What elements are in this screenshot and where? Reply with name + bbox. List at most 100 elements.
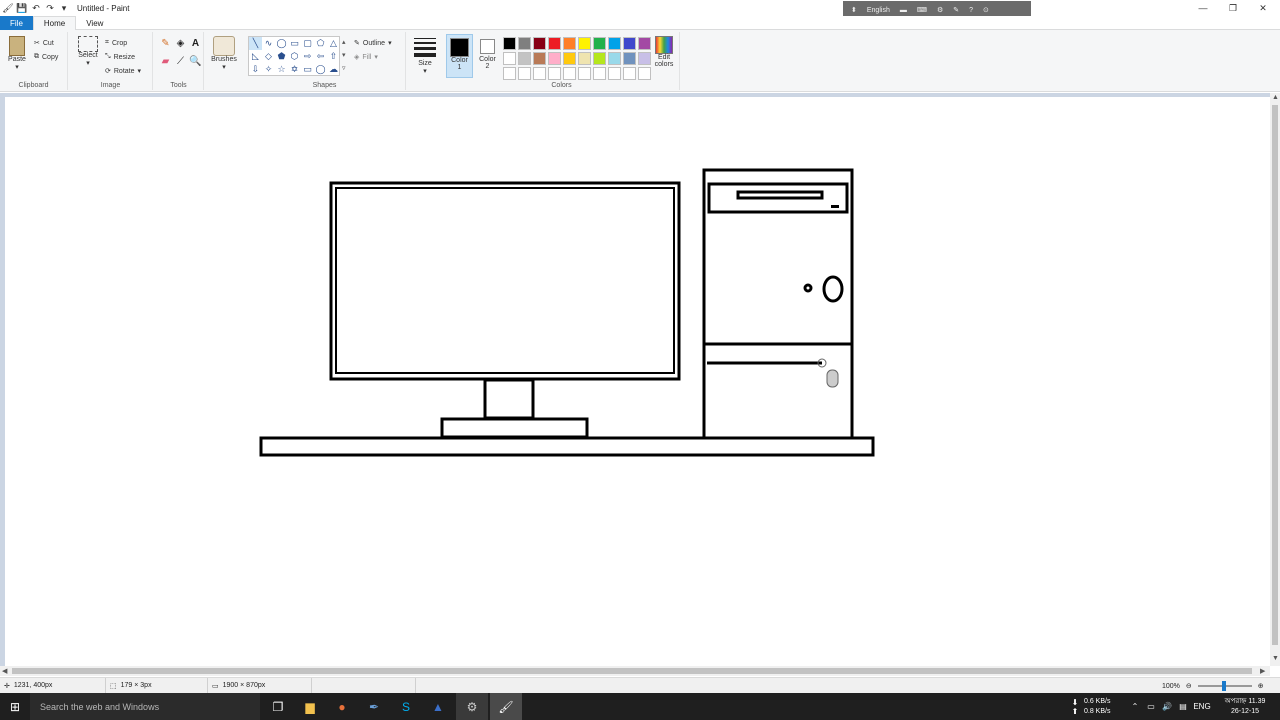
- color-picker-icon[interactable]: ⟋: [173, 56, 188, 74]
- color-swatch[interactable]: [608, 52, 621, 65]
- zoom-in-icon[interactable]: ⊕: [1258, 682, 1264, 690]
- redo-icon[interactable]: ↷: [45, 3, 55, 13]
- start-button[interactable]: ⊞: [0, 693, 30, 720]
- paste-dropdown-icon[interactable]: ▾: [6, 63, 28, 71]
- tab-file[interactable]: File: [0, 16, 33, 30]
- tray-notification-icon[interactable]: ▤: [1176, 693, 1190, 720]
- color-swatch[interactable]: [608, 67, 621, 80]
- vertical-scroll-thumb[interactable]: [1272, 105, 1278, 645]
- text-icon[interactable]: A: [188, 38, 203, 56]
- keyboard-icon[interactable]: ⌨: [917, 6, 927, 14]
- zoom-slider[interactable]: [1197, 681, 1252, 691]
- tray-chevron-icon[interactable]: ⌃: [1128, 693, 1142, 720]
- shapes-scroll-up-icon[interactable]: ▴: [342, 36, 346, 49]
- color-swatch[interactable]: [563, 67, 576, 80]
- scroll-right-icon[interactable]: ▶: [1260, 667, 1265, 675]
- color2-button[interactable]: Color 2: [475, 34, 500, 78]
- undo-icon[interactable]: ↶: [31, 3, 41, 13]
- size-button[interactable]: Size ▾: [407, 32, 443, 90]
- task-view-button[interactable]: ❐: [262, 693, 294, 720]
- tab-view[interactable]: View: [76, 16, 113, 30]
- right-arrow-shape-icon[interactable]: ⇨: [301, 50, 314, 63]
- color-swatch[interactable]: [593, 67, 606, 80]
- paste-button[interactable]: Paste ▾: [6, 36, 28, 71]
- cloud-shape-icon[interactable]: ☁: [327, 63, 340, 76]
- tab-home[interactable]: Home: [32, 16, 77, 30]
- left-arrow-shape-icon[interactable]: ⇦: [314, 50, 327, 63]
- minimize-language-bar-icon[interactable]: ▬: [900, 7, 907, 14]
- color-swatch[interactable]: [578, 52, 591, 65]
- language-bar-label[interactable]: English: [867, 7, 890, 14]
- taskbar-firefox[interactable]: ●: [326, 693, 358, 720]
- vertical-scrollbar[interactable]: ▲ ▼: [1270, 93, 1280, 666]
- pen-icon[interactable]: ✎: [953, 6, 959, 14]
- magnifier-icon[interactable]: 🔍: [188, 56, 203, 74]
- shapes-scroll-down-icon[interactable]: ▾: [342, 49, 346, 62]
- tray-language[interactable]: ENG: [1192, 693, 1212, 720]
- options-icon[interactable]: ⊙: [983, 6, 989, 14]
- eraser-icon[interactable]: ▰: [158, 56, 173, 74]
- color-swatch[interactable]: [533, 37, 546, 50]
- pencil-icon[interactable]: ✎: [158, 38, 173, 56]
- color-swatch[interactable]: [563, 52, 576, 65]
- horizontal-scrollbar[interactable]: ◀ ▶: [0, 666, 1270, 676]
- color-swatch[interactable]: [518, 52, 531, 65]
- oval-shape-icon[interactable]: ◯: [275, 37, 288, 50]
- color-swatch[interactable]: [623, 52, 636, 65]
- tray-volume-icon[interactable]: 🔊: [1160, 693, 1174, 720]
- taskbar-search[interactable]: Search the web and Windows: [30, 693, 260, 720]
- line-shape-icon[interactable]: ╲: [249, 37, 262, 50]
- edit-colors-button[interactable]: Edit colors: [650, 36, 678, 68]
- color-swatch[interactable]: [548, 67, 561, 80]
- select-dropdown-icon[interactable]: ▾: [75, 59, 101, 67]
- help-icon[interactable]: ?: [969, 7, 973, 14]
- callout-rect-shape-icon[interactable]: ▭: [301, 63, 314, 76]
- tray-network-icon[interactable]: ▭: [1144, 693, 1158, 720]
- shapes-gallery[interactable]: ╲ ∿ ◯ ▭ ▢ ⬠ △ ◺ ◇ ⬟ ⬡ ⇨ ⇦ ⇧ ⇩ ✧ ☆ ✡ ▭ ◯ …: [248, 36, 340, 76]
- rectangle-shape-icon[interactable]: ▭: [288, 37, 301, 50]
- down-arrow-shape-icon[interactable]: ⇩: [249, 63, 262, 76]
- resize-button[interactable]: ⤡ Resize: [105, 50, 141, 64]
- polygon-shape-icon[interactable]: ⬠: [314, 37, 327, 50]
- callout-oval-shape-icon[interactable]: ◯: [314, 63, 327, 76]
- zoom-out-icon[interactable]: ⊖: [1186, 682, 1192, 690]
- rotate-dropdown-icon[interactable]: ▾: [138, 67, 142, 75]
- color-swatch[interactable]: [623, 37, 636, 50]
- color1-button[interactable]: Color 1: [446, 34, 473, 78]
- brushes-dropdown-icon[interactable]: ▾: [205, 63, 243, 71]
- color-swatch[interactable]: [503, 52, 516, 65]
- right-triangle-shape-icon[interactable]: ◺: [249, 50, 262, 63]
- customize-quick-access-icon[interactable]: ▾: [59, 3, 69, 13]
- color-swatch[interactable]: [578, 67, 591, 80]
- five-point-star-shape-icon[interactable]: ☆: [275, 63, 288, 76]
- taskbar-file-explorer[interactable]: ▆: [294, 693, 326, 720]
- drawing-canvas[interactable]: [5, 97, 1270, 666]
- maximize-button[interactable]: ❐: [1218, 0, 1248, 16]
- cut-button[interactable]: ✂ Cut: [34, 36, 58, 50]
- horizontal-scroll-thumb[interactable]: [12, 668, 1252, 674]
- color-swatch[interactable]: [503, 67, 516, 80]
- minimize-button[interactable]: ―: [1188, 0, 1218, 16]
- size-dropdown-icon[interactable]: ▾: [407, 67, 443, 75]
- settings-icon[interactable]: ⚙: [937, 6, 943, 14]
- color-swatch[interactable]: [563, 37, 576, 50]
- fill-bucket-icon[interactable]: ◈: [173, 38, 188, 56]
- language-bar-icon[interactable]: ⬍: [851, 6, 857, 14]
- curve-shape-icon[interactable]: ∿: [262, 37, 275, 50]
- taskbar-app-blue[interactable]: ▲: [422, 693, 454, 720]
- taskbar-skype[interactable]: S: [390, 693, 422, 720]
- color-swatch[interactable]: [608, 37, 621, 50]
- color-swatch[interactable]: [638, 67, 651, 80]
- save-icon[interactable]: 💾: [16, 3, 27, 13]
- hexagon-shape-icon[interactable]: ⬡: [288, 50, 301, 63]
- color-swatch[interactable]: [533, 52, 546, 65]
- four-point-star-shape-icon[interactable]: ✧: [262, 63, 275, 76]
- rotate-button[interactable]: ⟳ Rotate ▾: [105, 64, 141, 78]
- tray-clock[interactable]: অপরাহ্ন 11.39 26-12-15: [1214, 693, 1276, 720]
- color-swatch[interactable]: [593, 37, 606, 50]
- color-swatch[interactable]: [623, 67, 636, 80]
- fill-button[interactable]: ◈ Fill ▾: [354, 50, 392, 64]
- scroll-down-icon[interactable]: ▼: [1272, 655, 1279, 662]
- color-swatch[interactable]: [518, 67, 531, 80]
- outline-button[interactable]: ✎ Outline ▾: [354, 36, 392, 50]
